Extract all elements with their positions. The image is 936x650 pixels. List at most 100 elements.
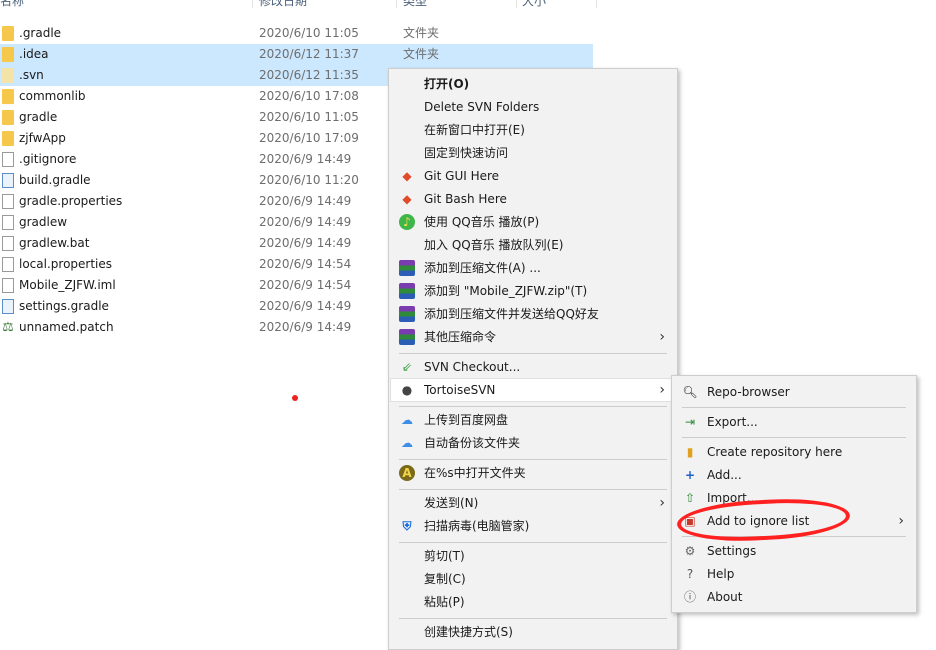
shield-icon: ⛨ (402, 519, 412, 533)
menu-open-new-window[interactable]: 在新窗口中打开(E) (391, 119, 675, 141)
file-row[interactable]: gradlew 2020/6/9 14:49 (0, 212, 390, 233)
menu-help[interactable]: ? Help (674, 563, 914, 585)
file-row[interactable]: zjfwApp 2020/6/10 17:09 (0, 128, 390, 149)
file-date: 2020/6/9 14:49 (259, 236, 352, 250)
file-row[interactable]: commonlib 2020/6/10 17:08 (0, 86, 390, 107)
menu-separator (399, 489, 667, 490)
menu-git-gui[interactable]: ◆ Git GUI Here (391, 165, 675, 187)
menu-scan-virus[interactable]: ⛨ 扫描病毒(电脑管家) (391, 515, 675, 537)
menu-separator (682, 407, 906, 408)
export-icon: ⇥ (684, 415, 696, 429)
menu-auto-backup[interactable]: ☁ 自动备份该文件夹 (391, 432, 675, 454)
column-size-header[interactable]: 大小 (522, 0, 546, 9)
file-icon (2, 215, 14, 230)
menu-pin-quick-access[interactable]: 固定到快速访问 (391, 142, 675, 164)
column-header: 名称 修改日期 类型 大小 (0, 0, 600, 16)
menu-repo-browser[interactable]: 🔍︎ Repo-browser (674, 381, 914, 403)
menu-tortoisesvn[interactable]: ● TortoiseSVN › (390, 378, 676, 402)
menu-create-shortcut[interactable]: 创建快捷方式(S) (391, 621, 675, 643)
plus-icon: + (684, 468, 696, 482)
column-divider[interactable] (516, 0, 517, 8)
menu-separator (399, 618, 667, 619)
menu-about[interactable]: ⓘ About (674, 586, 914, 608)
file-name: zjfwApp (19, 131, 66, 145)
menu-qq-music-play[interactable]: ♪ 使用 QQ音乐 播放(P) (391, 211, 675, 233)
menu-cut[interactable]: 剪切(T) (391, 545, 675, 567)
file-icon (2, 299, 14, 314)
menu-label: Delete SVN Folders (424, 100, 540, 114)
menu-export[interactable]: ⇥ Export... (674, 411, 914, 433)
menu-label: Repo-browser (707, 385, 790, 399)
menu-open-in[interactable]: A 在%s中打开文件夹 (391, 462, 675, 484)
chevron-right-icon: › (659, 495, 665, 511)
menu-label: 在%s中打开文件夹 (424, 466, 526, 480)
chevron-right-icon: › (659, 329, 665, 345)
file-name: local.properties (19, 257, 113, 271)
menu-add-archive[interactable]: 添加到压缩文件(A) ... (391, 257, 675, 279)
menu-separator (682, 437, 906, 438)
file-row[interactable]: .gitignore 2020/6/9 14:49 (0, 149, 390, 170)
menu-add-zip-qq[interactable]: 添加到压缩文件并发送给QQ好友 (391, 303, 675, 325)
file-name: build.gradle (19, 173, 91, 187)
menu-upload-baidu[interactable]: ☁ 上传到百度网盘 (391, 409, 675, 431)
menu-git-bash[interactable]: ◆ Git Bash Here (391, 188, 675, 210)
file-row[interactable]: settings.gradle 2020/6/9 14:49 (0, 296, 390, 317)
file-name: gradlew.bat (19, 236, 90, 250)
column-divider[interactable] (396, 0, 397, 8)
file-name: unnamed.patch (19, 320, 114, 334)
menu-create-repository[interactable]: ▮ Create repository here (674, 441, 914, 463)
menu-open[interactable]: 打开(O) (391, 73, 675, 95)
file-date: 2020/6/9 14:49 (259, 152, 352, 166)
menu-add[interactable]: + Add... (674, 464, 914, 486)
file-row[interactable]: ⚖ unnamed.patch 2020/6/9 14:49 (0, 317, 390, 338)
import-icon: ⇧ (684, 491, 696, 505)
menu-add-zip[interactable]: 添加到 "Mobile_ZJFW.zip"(T) (391, 280, 675, 302)
menu-label: 添加到压缩文件(A) ... (424, 261, 541, 275)
file-name: .idea (19, 47, 49, 61)
file-row[interactable]: gradlew.bat 2020/6/9 14:49 (0, 233, 390, 254)
column-divider[interactable] (252, 0, 253, 8)
svn-checkout-icon: ⇙ (401, 360, 413, 374)
column-divider[interactable] (596, 0, 597, 8)
cursor-dot (292, 395, 298, 401)
menu-label: TortoiseSVN (424, 383, 496, 397)
folder-icon (2, 47, 14, 62)
menu-svn-checkout[interactable]: ⇙ SVN Checkout... (391, 356, 675, 378)
file-row[interactable]: local.properties 2020/6/9 14:54 (0, 254, 390, 275)
menu-label: 其他压缩命令 (424, 330, 497, 344)
menu-label: SVN Checkout... (424, 360, 521, 374)
menu-paste[interactable]: 粘贴(P) (391, 591, 675, 613)
menu-delete-svn-folders[interactable]: Delete SVN Folders (391, 96, 675, 118)
file-date: 2020/6/9 14:54 (259, 278, 352, 292)
file-type: 文件夹 (403, 47, 440, 61)
file-date: 2020/6/9 14:49 (259, 299, 352, 313)
menu-label: Help (707, 567, 735, 581)
menu-label: 扫描病毒(电脑管家) (424, 519, 530, 533)
menu-copy[interactable]: 复制(C) (391, 568, 675, 590)
file-date: 2020/6/10 11:05 (259, 26, 359, 40)
file-row[interactable]: gradle 2020/6/10 11:05 (0, 107, 390, 128)
file-row[interactable]: .gradle 2020/6/10 11:05 文件夹 (0, 23, 439, 44)
chevron-right-icon: › (898, 513, 904, 529)
file-row[interactable]: gradle.properties 2020/6/9 14:49 (0, 191, 390, 212)
file-icon (2, 173, 14, 188)
context-menu: 打开(O) Delete SVN Folders 在新窗口中打开(E) 固定到快… (388, 68, 678, 650)
android-studio-icon: A (399, 465, 415, 481)
menu-label: Add... (707, 468, 742, 482)
wrench-icon: ⚙ (684, 544, 696, 558)
menu-settings[interactable]: ⚙ Settings (674, 540, 914, 562)
menu-other-compress[interactable]: 其他压缩命令 › (391, 326, 675, 348)
file-name: commonlib (19, 89, 86, 103)
menu-label: 加入 QQ音乐 播放队列(E) (424, 238, 564, 252)
column-name-header[interactable]: 名称 (0, 0, 24, 9)
menu-qq-music-queue[interactable]: 加入 QQ音乐 播放队列(E) (391, 234, 675, 256)
menu-send-to[interactable]: 发送到(N) › (391, 492, 675, 514)
file-row[interactable]: Mobile_ZJFW.iml 2020/6/9 14:54 (0, 275, 390, 296)
menu-label: Git GUI Here (424, 169, 500, 183)
column-modified-header[interactable]: 修改日期 (259, 0, 307, 9)
file-row[interactable]: .idea 2020/6/12 11:37 文件夹 (0, 44, 593, 65)
tortoisesvn-submenu: 🔍︎ Repo-browser ⇥ Export... ▮ Create rep… (671, 375, 917, 613)
file-row[interactable]: build.gradle 2020/6/10 11:20 (0, 170, 390, 191)
magnifier-icon: 🔍︎ (682, 385, 698, 399)
column-type-header[interactable]: 类型 (403, 0, 427, 9)
